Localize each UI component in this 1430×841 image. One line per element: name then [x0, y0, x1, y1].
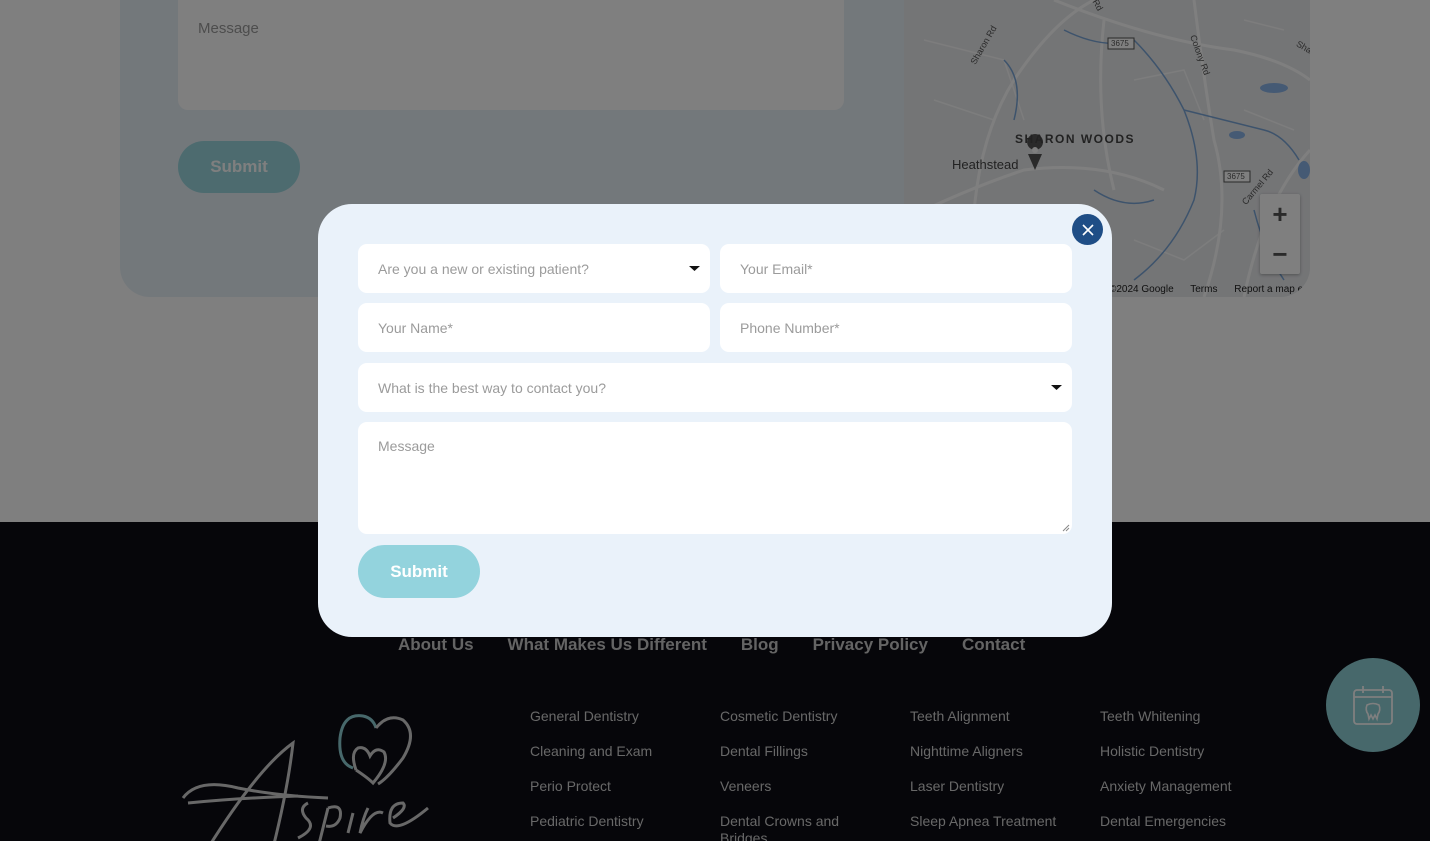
email-field[interactable]: Your Email*	[720, 244, 1072, 293]
phone-placeholder: Phone Number*	[740, 319, 840, 336]
contact-method-select[interactable]: What is the best way to contact you?	[358, 363, 1072, 412]
patient-type-placeholder: Are you a new or existing patient?	[378, 260, 589, 277]
email-placeholder: Your Email*	[740, 260, 813, 277]
close-icon	[1081, 223, 1094, 236]
submit-button[interactable]: Submit	[358, 545, 480, 598]
message-placeholder: Message	[378, 438, 435, 454]
contact-method-placeholder: What is the best way to contact you?	[378, 379, 607, 396]
name-field[interactable]: Your Name*	[358, 303, 710, 352]
chevron-down-icon	[1051, 385, 1062, 390]
resize-handle-icon[interactable]	[1061, 523, 1070, 532]
contact-modal: Are you a new or existing patient? Your …	[318, 204, 1112, 637]
patient-type-select[interactable]: Are you a new or existing patient?	[358, 244, 710, 293]
name-placeholder: Your Name*	[378, 319, 453, 336]
message-textarea[interactable]: Message	[358, 422, 1072, 534]
close-modal-button[interactable]	[1072, 214, 1103, 245]
chevron-down-icon	[689, 266, 700, 271]
phone-field[interactable]: Phone Number*	[720, 303, 1072, 352]
